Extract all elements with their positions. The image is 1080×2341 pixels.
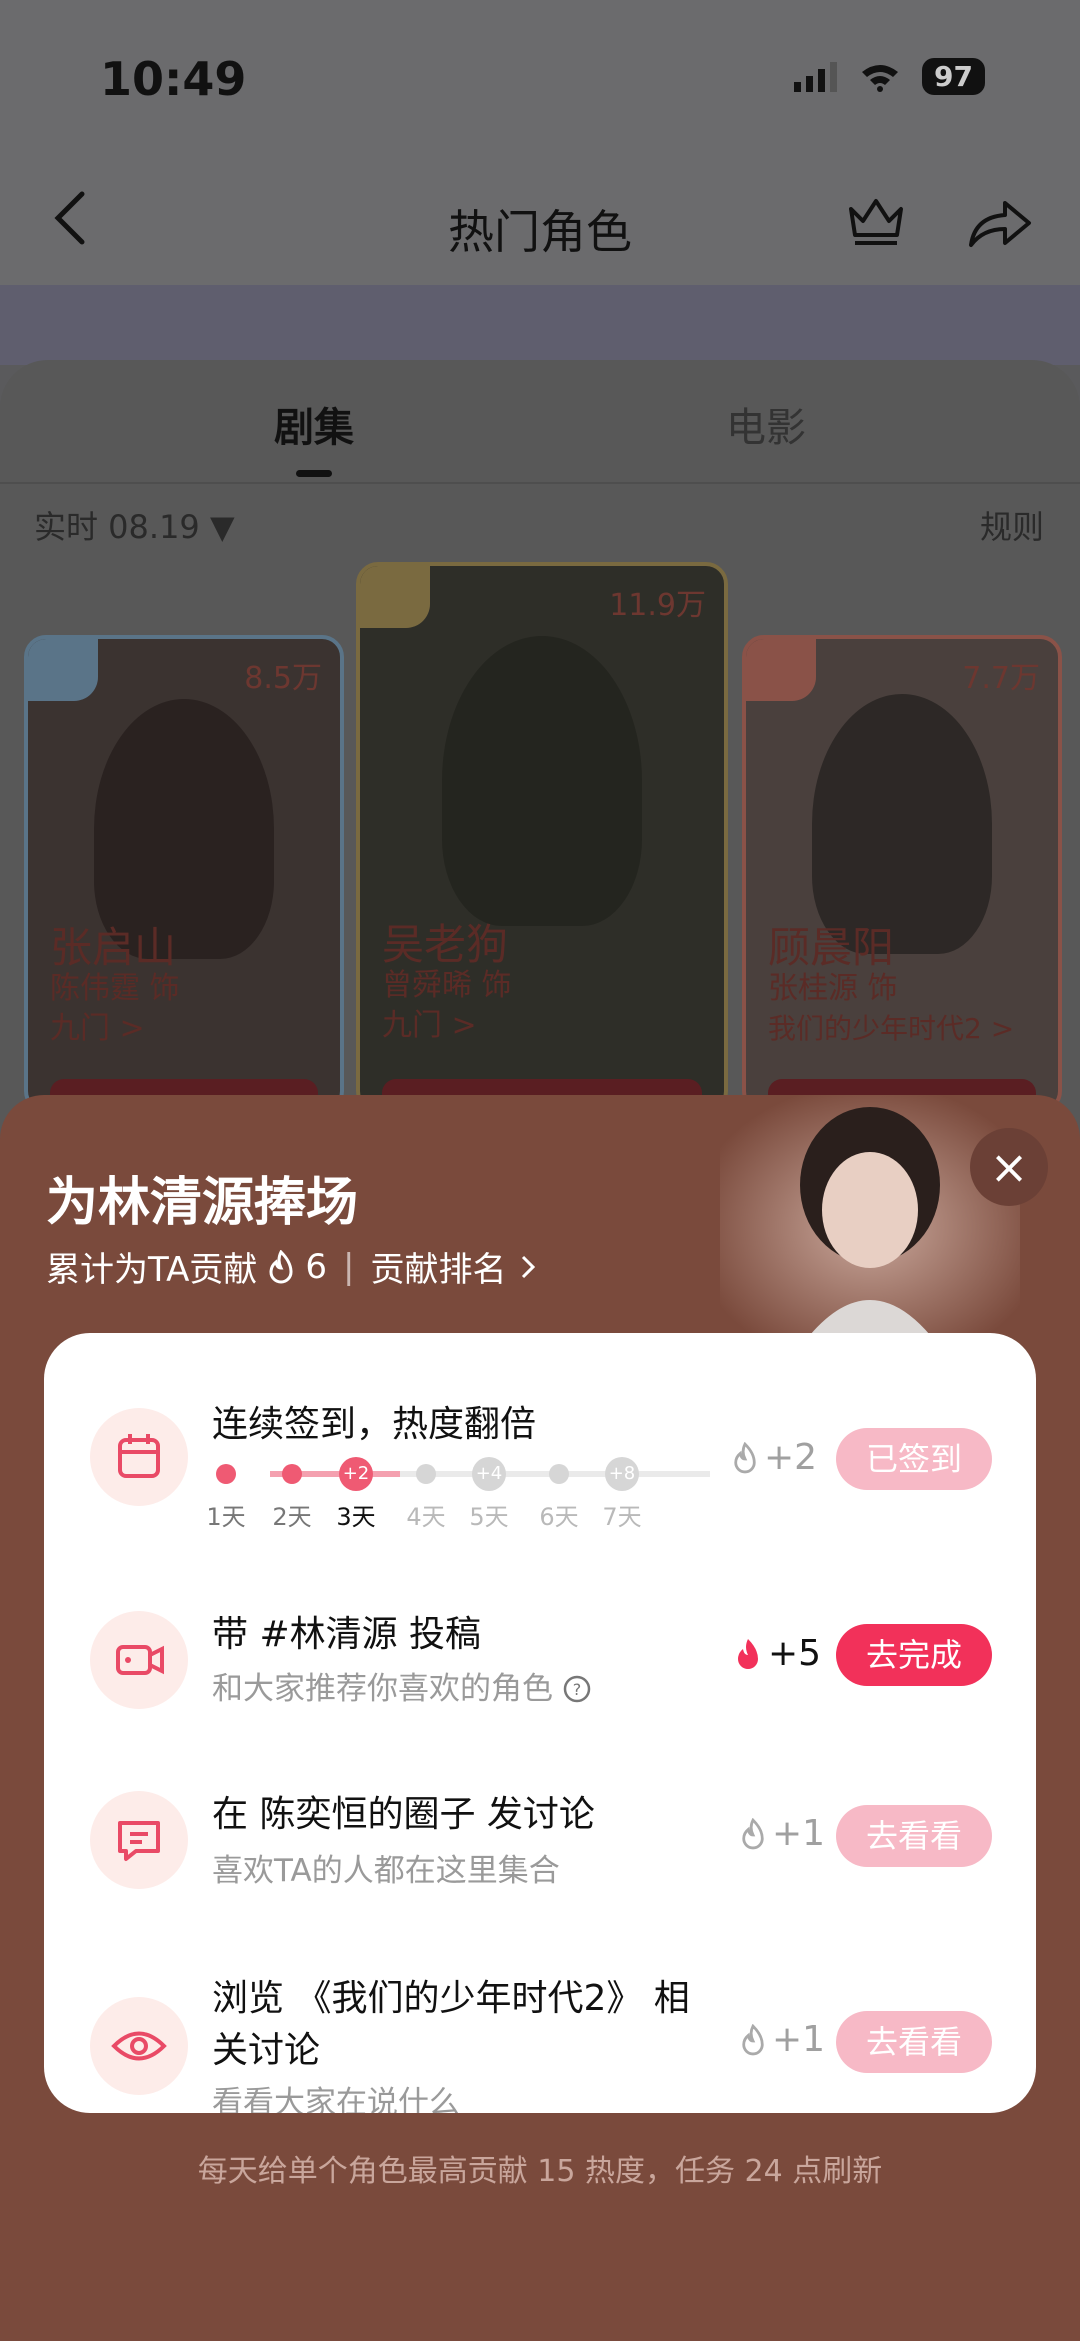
status-icons: 97 <box>794 58 985 95</box>
actor-name: 曾舜晞 饰 <box>382 968 512 1003</box>
share-button[interactable] <box>965 195 1035 255</box>
status-time: 10:49 <box>100 52 247 106</box>
signed-in-button[interactable]: 已签到 <box>836 1428 992 1490</box>
character-card[interactable]: 7.7万 顾晨阳 张桂源 饰 我们的少年时代2 > <box>742 635 1062 1113</box>
chevron-right-icon <box>521 1255 535 1278</box>
day-label: 5天 <box>469 1503 509 1531</box>
comment-icon <box>90 1791 188 1889</box>
character-name: 吴老狗 <box>382 920 509 969</box>
page-title: 热门角色 <box>448 205 632 259</box>
task-points: +1 <box>740 2019 825 2060</box>
day-label: 3天 <box>336 1503 376 1531</box>
video-camera-icon <box>90 1611 188 1709</box>
header-decoration <box>0 285 1080 365</box>
task-title: 浏览 《我们的少年时代2》 相 <box>212 1978 690 2019</box>
character-avatar <box>720 1095 1020 1335</box>
realtime-selector[interactable]: 实时 08.19 ▼ <box>34 502 235 548</box>
show-link[interactable]: 我们的少年时代2 > <box>768 1009 1014 1049</box>
flame-outline-icon <box>734 1441 756 1473</box>
task-title: 连续签到，热度翻倍 <box>212 1404 537 1445</box>
svg-text:?: ? <box>573 1680 582 1699</box>
flame-outline-icon <box>742 2023 764 2055</box>
share-icon <box>969 201 1031 247</box>
actor-name: 陈伟霆 饰 <box>50 971 180 1006</box>
rank-link[interactable]: 贡献排名 <box>371 1242 507 1291</box>
day-bonus-badge: +2 <box>339 1457 373 1491</box>
character-name: 张启山 <box>50 923 177 972</box>
task-description: 看看大家在说什么 <box>212 2085 460 2113</box>
flame-icon <box>738 1638 758 1669</box>
day-bonus-badge: +4 <box>472 1457 506 1491</box>
show-link[interactable]: 九门 > <box>50 1009 145 1049</box>
show-link[interactable]: 九门 > <box>382 1006 477 1046</box>
signal-icon <box>794 61 838 92</box>
day-label: 2天 <box>272 1503 312 1531</box>
close-button[interactable]: × <box>970 1128 1048 1206</box>
task-title: 在 陈奕恒的圈子 发讨论 <box>212 1794 595 1835</box>
day-dot <box>282 1464 302 1484</box>
footer-note: 每天给单个角色最高贡献 15 热度，任务 24 点刷新 <box>197 2154 883 2189</box>
character-card[interactable]: 8.5万 张启山 陈伟霆 饰 九门 > <box>24 635 344 1113</box>
heat-count: 11.9万 <box>609 588 706 623</box>
day-dot <box>216 1464 236 1484</box>
day-label: 1天 <box>206 1503 246 1531</box>
task-title: 带 #林清源 投稿 <box>212 1614 482 1655</box>
actor-name: 张桂源 饰 <box>768 971 898 1006</box>
task-points: +1 <box>740 1813 825 1854</box>
task-panel: 连续签到，热度翻倍 +2 +4 +8 1天 2天 3天 4天 5天 6天 7天 … <box>44 1333 1036 2113</box>
contribution-summary: 累计为TA贡献 6 | 贡献排名 <box>46 1242 539 1291</box>
crown-badge <box>360 566 430 628</box>
day-dot <box>549 1464 569 1484</box>
view-button[interactable]: 去看看 <box>836 1805 992 1867</box>
contribution-label: 累计为TA贡献 <box>46 1250 258 1290</box>
day-label: 4天 <box>406 1503 446 1531</box>
task-points: +5 <box>734 1633 821 1674</box>
day-dot <box>416 1464 436 1484</box>
divider <box>0 482 1080 484</box>
flame-outline-icon <box>742 1817 764 1849</box>
task-description: 喜欢TA的人都在这里集合 <box>212 1853 560 1889</box>
character-name: 顾晨阳 <box>768 923 895 972</box>
task-points: +2 <box>732 1437 817 1478</box>
calendar-icon <box>90 1408 188 1506</box>
tab-indicator <box>296 470 332 477</box>
complete-button[interactable]: 去完成 <box>836 1624 992 1686</box>
wifi-icon <box>862 64 899 92</box>
contribution-value: 6 <box>305 1246 328 1287</box>
sheet-title: 为林清源捧场 <box>46 1173 359 1233</box>
tab-series[interactable]: 剧集 <box>274 395 354 453</box>
flame-outline-icon <box>269 1249 293 1283</box>
view-button[interactable]: 去看看 <box>836 2011 992 2073</box>
crown-icon <box>849 199 903 245</box>
day-bonus-badge: +8 <box>605 1457 639 1491</box>
tab-movies[interactable]: 电影 <box>726 395 806 453</box>
crown-button[interactable] <box>845 195 907 251</box>
battery-indicator: 97 <box>922 58 985 95</box>
heat-count: 7.7万 <box>962 661 1040 696</box>
crown-badge <box>746 639 816 701</box>
separator: | <box>343 1246 355 1287</box>
task-description: 和大家推荐你喜欢的角色 ? <box>212 1663 591 1708</box>
heat-count: 8.5万 <box>244 661 322 696</box>
character-card[interactable]: 11.9万 吴老狗 曾舜晞 饰 九门 > <box>356 562 728 1113</box>
day-label: 6天 <box>539 1503 579 1531</box>
character-photo <box>442 636 642 926</box>
task-title-continued: 关讨论 <box>212 2030 321 2071</box>
crown-badge <box>28 639 98 701</box>
help-icon[interactable]: ? <box>563 1675 591 1703</box>
day-label: 7天 <box>602 1503 642 1531</box>
rules-link[interactable]: 规则 <box>980 502 1044 548</box>
eye-icon <box>90 1997 188 2095</box>
